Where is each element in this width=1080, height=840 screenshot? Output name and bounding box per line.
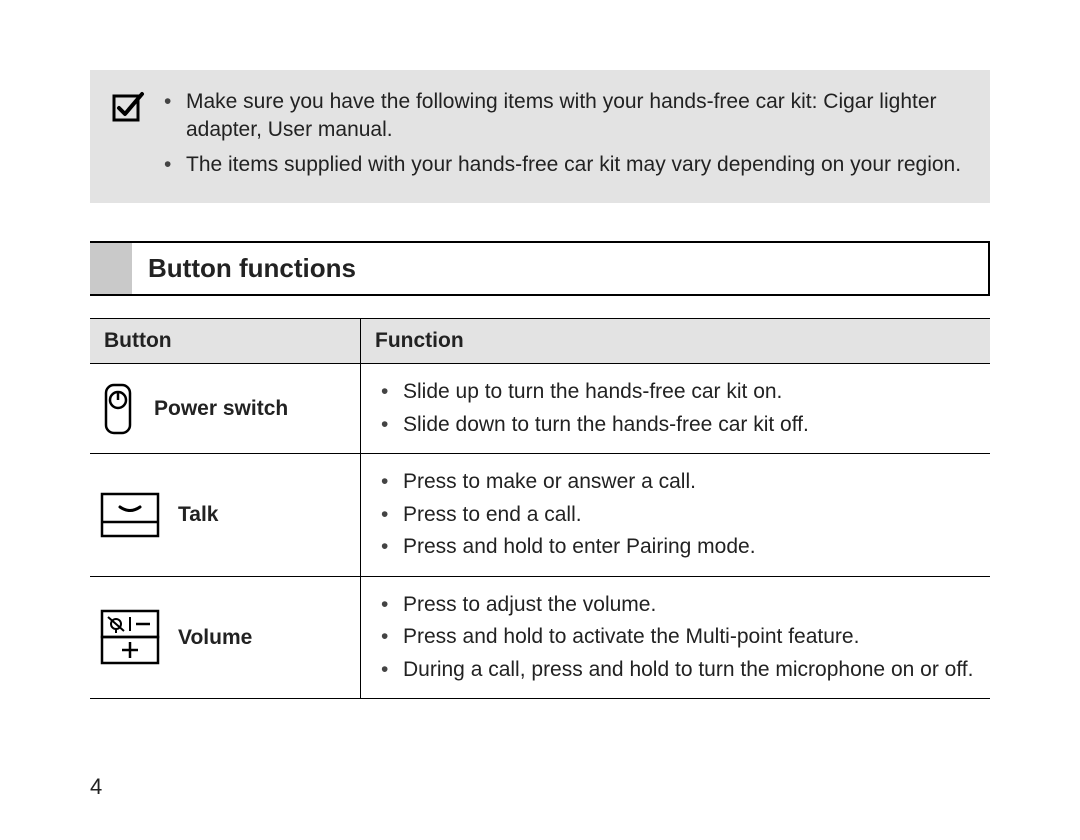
function-item: During a call, press and hold to turn th… [371, 654, 980, 687]
power-switch-icon [100, 383, 136, 435]
volume-button-icon [100, 609, 160, 667]
note-item: Make sure you have the following items w… [164, 88, 968, 145]
manual-page: Make sure you have the following items w… [0, 0, 1080, 840]
table-row: Talk Press to make or answer a call. Pre… [90, 454, 990, 577]
function-list: Slide up to turn the hands-free car kit … [371, 376, 980, 441]
table-row: Volume Press to adjust the volume. Press… [90, 576, 990, 699]
page-number: 4 [90, 774, 102, 800]
function-list: Press to adjust the volume. Press and ho… [371, 589, 980, 687]
function-item: Slide up to turn the hands-free car kit … [371, 376, 980, 409]
table-header-function: Function [361, 319, 991, 364]
table-row: Power switch Slide up to turn the hands-… [90, 364, 990, 454]
function-list: Press to make or answer a call. Press to… [371, 466, 980, 564]
table-header-button: Button [90, 319, 361, 364]
button-label: Talk [178, 501, 218, 528]
section-title: Button functions [132, 243, 372, 294]
function-item: Press to adjust the volume. [371, 589, 980, 622]
button-label: Volume [178, 624, 252, 651]
button-functions-table: Button Function Power [90, 318, 990, 699]
function-item: Press and hold to enter Pairing mode. [371, 531, 980, 564]
function-item: Press to make or answer a call. [371, 466, 980, 499]
function-item: Press to end a call. [371, 499, 980, 532]
function-item: Press and hold to activate the Multi-poi… [371, 621, 980, 654]
note-item: The items supplied with your hands-free … [164, 151, 968, 179]
talk-button-icon [100, 492, 160, 538]
checkbox-icon [112, 90, 146, 185]
note-box: Make sure you have the following items w… [90, 70, 990, 203]
note-list: Make sure you have the following items w… [164, 88, 968, 185]
section-tab [90, 243, 132, 294]
button-label: Power switch [154, 395, 288, 422]
function-item: Slide down to turn the hands-free car ki… [371, 409, 980, 442]
section-heading: Button functions [90, 241, 990, 296]
